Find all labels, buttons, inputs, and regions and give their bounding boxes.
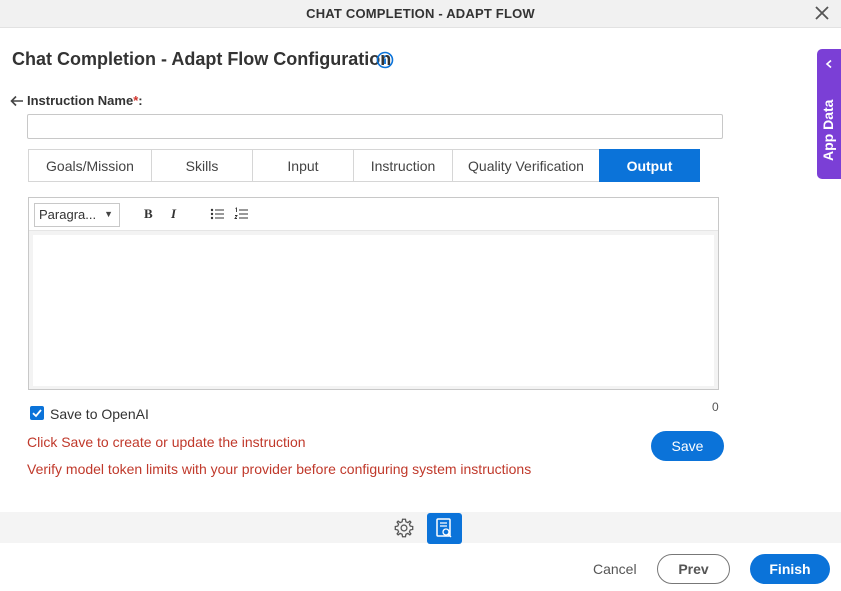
- info-icon[interactable]: [376, 51, 394, 69]
- editor-content-area[interactable]: [33, 235, 714, 386]
- arrow-left-icon[interactable]: [9, 94, 25, 108]
- cancel-button[interactable]: Cancel: [593, 561, 637, 577]
- document-settings-button[interactable]: [427, 513, 462, 544]
- app-data-panel-toggle[interactable]: App Data: [817, 49, 841, 179]
- prev-button[interactable]: Prev: [657, 554, 730, 584]
- gear-icon[interactable]: [393, 517, 415, 539]
- token-warning-text: Verify model token limits with your prov…: [27, 461, 532, 477]
- checkmark-icon: [32, 409, 42, 418]
- character-counter: 0: [712, 400, 719, 414]
- page-title: Chat Completion - Adapt Flow Configurati…: [12, 49, 392, 69]
- tab-instruction[interactable]: Instruction: [353, 149, 452, 182]
- save-button[interactable]: Save: [651, 431, 724, 461]
- close-icon[interactable]: [813, 4, 831, 22]
- tab-bar: Goals/Mission Skills Input Instruction Q…: [28, 149, 700, 182]
- numbered-list-icon[interactable]: [234, 207, 250, 221]
- editor-toolbar: Paragra... ▼ B I: [29, 198, 718, 231]
- save-to-openai-checkbox[interactable]: [30, 406, 44, 420]
- bullet-list-icon[interactable]: [210, 207, 226, 221]
- tab-goals-mission[interactable]: Goals/Mission: [28, 149, 151, 182]
- document-icon: [436, 518, 452, 538]
- italic-button[interactable]: I: [171, 206, 176, 222]
- bottom-toolbar: [0, 512, 841, 543]
- window-title: CHAT COMPLETION - ADAPT FLOW: [306, 6, 535, 21]
- window-titlebar: CHAT COMPLETION - ADAPT FLOW: [0, 0, 841, 28]
- caret-down-icon: ▼: [104, 209, 113, 219]
- tab-input[interactable]: Input: [252, 149, 353, 182]
- bold-button[interactable]: B: [144, 206, 153, 222]
- tab-skills[interactable]: Skills: [151, 149, 252, 182]
- rich-text-editor: Paragra... ▼ B I: [28, 197, 719, 390]
- save-to-openai-label: Save to OpenAI: [50, 406, 149, 422]
- paragraph-format-select[interactable]: Paragra... ▼: [34, 203, 120, 227]
- tab-output[interactable]: Output: [599, 149, 700, 182]
- instruction-name-input[interactable]: [27, 114, 723, 139]
- save-hint-text: Click Save to create or update the instr…: [27, 434, 306, 450]
- finish-button[interactable]: Finish: [750, 554, 830, 584]
- tab-quality-verification[interactable]: Quality Verification: [452, 149, 599, 182]
- instruction-name-label: Instruction Name*:: [27, 93, 143, 108]
- app-data-label: App Data: [820, 99, 836, 161]
